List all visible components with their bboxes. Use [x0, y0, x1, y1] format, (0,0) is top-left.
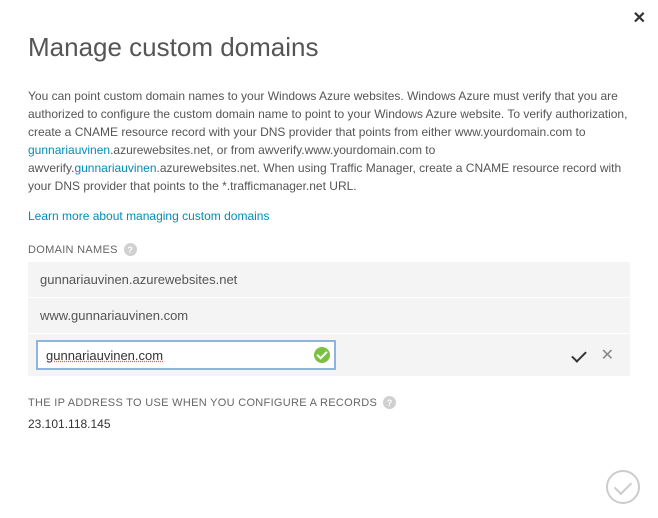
domain-list: gunnariauvinen.azurewebsites.net www.gun… — [28, 262, 630, 376]
description-text: You can point custom domain names to you… — [28, 87, 630, 195]
domain-input-wrap — [36, 340, 336, 370]
ip-address-value: 23.101.118.145 — [28, 417, 630, 431]
close-icon[interactable]: ✕ — [633, 8, 646, 28]
valid-check-icon — [314, 347, 330, 363]
ip-label: THE IP ADDRESS TO USE WHEN YOU CONFIGURE… — [28, 396, 630, 409]
page-title: Manage custom domains — [28, 32, 630, 63]
domain-input[interactable] — [36, 340, 336, 370]
help-icon[interactable]: ? — [383, 396, 396, 409]
learn-more-link[interactable]: Learn more about managing custom domains — [28, 209, 269, 223]
row-actions: ✕ — [575, 345, 622, 365]
desc-part: You can point custom domain names to you… — [28, 89, 627, 139]
confirm-button[interactable] — [606, 470, 640, 504]
confirm-row-icon[interactable] — [575, 348, 583, 362]
domain-input-row: ✕ — [28, 334, 630, 376]
label-text: DOMAIN NAMES — [28, 244, 118, 256]
site-link-1[interactable]: gunnariauvinen — [28, 143, 110, 157]
domain-names-label: DOMAIN NAMES ? — [28, 243, 630, 256]
help-icon[interactable]: ? — [124, 243, 137, 256]
domain-row: gunnariauvinen.azurewebsites.net — [28, 262, 630, 298]
label-text: THE IP ADDRESS TO USE WHEN YOU CONFIGURE… — [28, 397, 377, 409]
site-link-2[interactable]: gunnariauvinen — [74, 161, 156, 175]
cancel-row-icon[interactable]: ✕ — [601, 345, 614, 365]
domain-row: www.gunnariauvinen.com — [28, 298, 630, 334]
